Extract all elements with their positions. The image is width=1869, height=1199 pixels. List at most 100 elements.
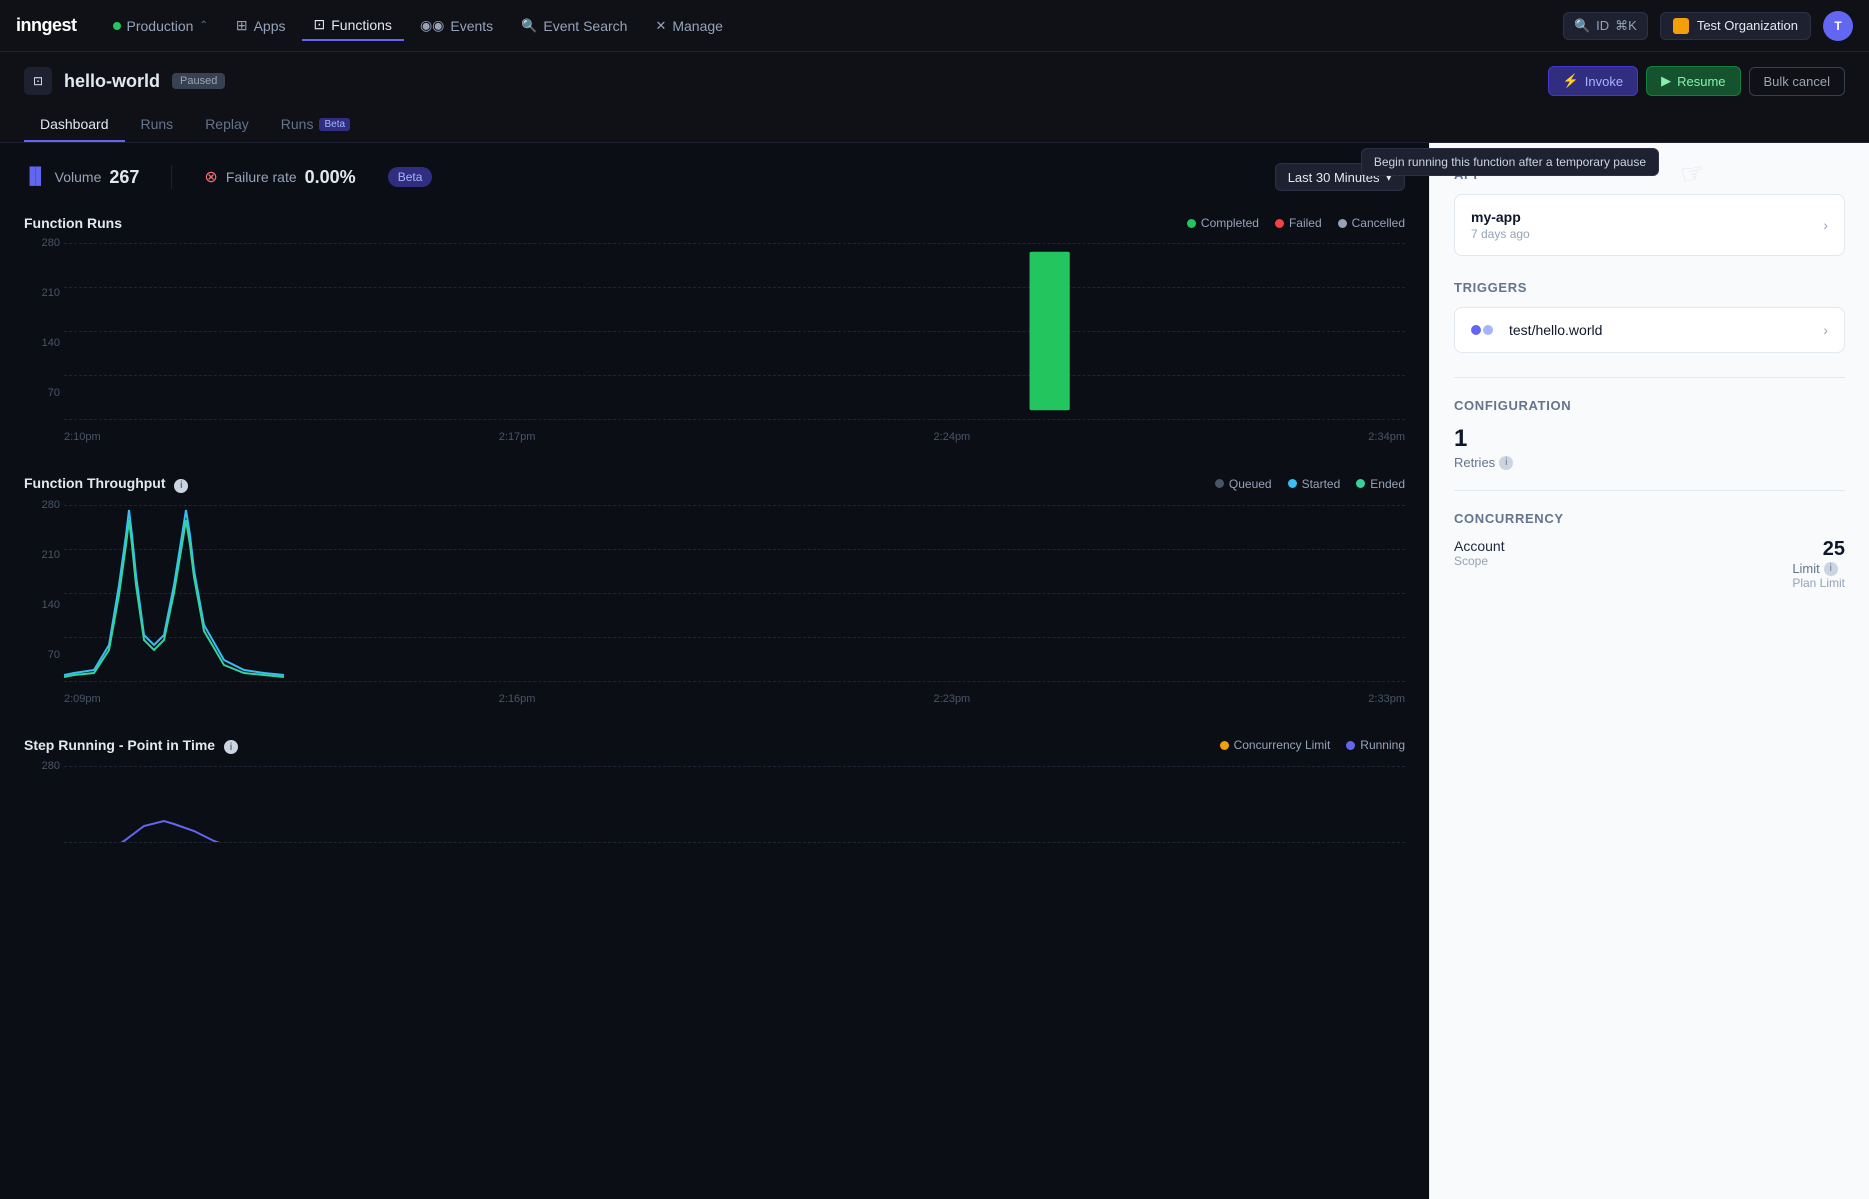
function-runs-section: Function Runs Completed Failed Cancelled [24, 215, 1405, 443]
right-panel: App my-app 7 days ago › Triggers test/he… [1429, 143, 1869, 1199]
left-panel: ▐▌ Volume 267 ⊗ Failure rate 0.00% Beta … [0, 143, 1429, 1199]
completed-label: Completed [1201, 216, 1259, 230]
retries-info-icon: i [1499, 456, 1513, 470]
failed-label: Failed [1289, 216, 1322, 230]
throughput-legend: Queued Started Ended [1215, 477, 1405, 491]
grid-line-5 [64, 419, 1405, 420]
x-label-224: 2:24pm [934, 431, 971, 443]
paused-badge: Paused [172, 73, 225, 89]
concurrency-section-title: Concurrency [1454, 511, 1845, 526]
app-chevron-icon: › [1823, 217, 1828, 233]
y-label-140: 140 [24, 337, 60, 349]
runs-bar-svg [64, 243, 1405, 419]
production-label: Production [127, 18, 194, 34]
step-chart: 280 [24, 766, 1405, 866]
tp-grid-5 [64, 681, 1405, 682]
tab-runs[interactable]: Runs [125, 108, 190, 142]
retries-value: 1 [1454, 425, 1845, 453]
function-runs-title: Function Runs [24, 215, 122, 231]
tp-y-280: 280 [24, 499, 60, 511]
resume-button[interactable]: ▶ Resume [1646, 66, 1740, 96]
trigger-card[interactable]: test/hello.world › [1454, 307, 1845, 353]
main-layout: ▐▌ Volume 267 ⊗ Failure rate 0.00% Beta … [0, 143, 1869, 1199]
throughput-header: Function Throughput i Queued Started End… [24, 475, 1405, 493]
step-svg [64, 766, 1405, 842]
chart-grid-2 [64, 505, 1405, 681]
tp-x-233: 2:33pm [1368, 693, 1405, 705]
throughput-title: Function Throughput i [24, 475, 188, 493]
trigger-icon [1471, 325, 1493, 335]
y-label-70: 70 [24, 387, 60, 399]
org-badge[interactable]: Test Organization [1660, 12, 1811, 40]
failure-metric: ⊗ Failure rate 0.00% [204, 167, 355, 188]
bar-chart-icon: ▐▌ [24, 168, 47, 186]
concurrency-limit-label: Concurrency Limit [1234, 738, 1331, 752]
nav-item-events[interactable]: ◉◉ Events [408, 11, 505, 40]
retries-config: 1 Retries i [1454, 425, 1845, 470]
invoke-label: Invoke [1585, 74, 1623, 89]
queued-label: Queued [1229, 477, 1272, 491]
step-header: Step Running - Point in Time i Concurren… [24, 737, 1405, 755]
function-runs-legend: Completed Failed Cancelled [1187, 216, 1405, 230]
metrics-bar: ▐▌ Volume 267 ⊗ Failure rate 0.00% Beta … [24, 163, 1405, 191]
legend-started: Started [1288, 477, 1341, 491]
trigger-info: test/hello.world [1471, 322, 1602, 338]
account-label: Account [1454, 538, 1505, 554]
step-running-section: Step Running - Point in Time i Concurren… [24, 737, 1405, 867]
keyboard-shortcut: ⌘K [1615, 18, 1637, 34]
nav-items: Production ⌃ ⊞ Apps ⊡ Functions ◉◉ Event… [101, 10, 1563, 41]
search-icon: 🔍 [521, 18, 537, 34]
nav-item-production[interactable]: Production ⌃ [101, 12, 220, 40]
ended-dot [1356, 479, 1365, 488]
time-range-selector[interactable]: Last 30 Minutes ▾ [1275, 163, 1405, 191]
throughput-info-icon: i [174, 479, 188, 493]
limit-label: Limit i [1792, 561, 1845, 576]
plan-limit-label: Plan Limit [1792, 576, 1845, 590]
retries-label: Retries i [1454, 455, 1845, 470]
cancelled-dot [1338, 219, 1347, 228]
function-title-row: ⊡ hello-world Paused ⚡ Invoke ▶ Resume B… [24, 66, 1845, 96]
legend-ended: Ended [1356, 477, 1405, 491]
org-icon [1673, 18, 1689, 34]
nav-item-manage[interactable]: ✕ Manage [643, 12, 735, 40]
tab-runs-beta[interactable]: Runs Beta [265, 108, 366, 142]
trigger-dot-1 [1471, 325, 1481, 335]
id-search-icon: 🔍 [1574, 18, 1590, 34]
chevron-up-icon: ⌃ [199, 20, 207, 31]
trigger-name: test/hello.world [1509, 322, 1602, 338]
app-time: 7 days ago [1471, 227, 1530, 241]
tp-y-140: 140 [24, 599, 60, 611]
apps-icon: ⊞ [236, 17, 248, 34]
cancelled-label: Cancelled [1352, 216, 1405, 230]
bulk-cancel-button[interactable]: Bulk cancel [1749, 67, 1845, 96]
chevron-down-icon: ▾ [1385, 169, 1392, 185]
step-legend: Concurrency Limit Running [1220, 738, 1405, 752]
legend-completed: Completed [1187, 216, 1259, 230]
concurrency-scope: Account Scope [1454, 538, 1505, 568]
scope-label: Scope [1454, 554, 1505, 568]
throughput-chart: 280 210 140 70 [24, 505, 1405, 705]
concurrency-limit-info: 25 Limit i Plan Limit [1792, 538, 1845, 590]
limit-value: 25 [1792, 538, 1845, 561]
app-card-info: my-app 7 days ago [1471, 209, 1530, 241]
time-range-label: Last 30 Minutes [1288, 170, 1380, 185]
function-runs-chart: 280 210 140 70 [24, 243, 1405, 443]
nav-item-apps[interactable]: ⊞ Apps [224, 11, 298, 40]
tab-dashboard[interactable]: Dashboard [24, 108, 125, 142]
started-dot [1288, 479, 1297, 488]
avatar[interactable]: T [1823, 11, 1853, 41]
running-label: Running [1360, 738, 1405, 752]
tab-replay[interactable]: Replay [189, 108, 265, 142]
function-runs-header: Function Runs Completed Failed Cancelled [24, 215, 1405, 231]
nav-item-functions[interactable]: ⊡ Functions [302, 10, 404, 41]
volume-label: Volume [55, 169, 102, 185]
invoke-button[interactable]: ⚡ Invoke [1548, 66, 1639, 96]
x-label-210: 2:10pm [64, 431, 101, 443]
id-button[interactable]: 🔍 ID ⌘K [1563, 12, 1648, 40]
ended-label: Ended [1370, 477, 1405, 491]
nav-item-event-search[interactable]: 🔍 Event Search [509, 12, 639, 40]
functions-label: Functions [331, 17, 392, 33]
metric-divider-1 [171, 165, 172, 189]
app-card[interactable]: my-app 7 days ago › [1454, 194, 1845, 256]
app-name: my-app [1471, 209, 1530, 225]
